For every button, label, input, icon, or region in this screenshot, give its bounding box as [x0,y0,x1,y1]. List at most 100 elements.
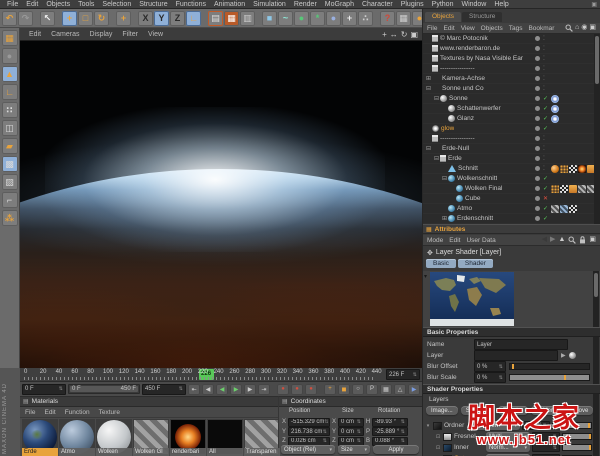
hatch-tag[interactable] [578,184,586,193]
up-arrow-icon[interactable]: ▲ [558,235,565,245]
tree-item-sonne-und-co[interactable]: ⊟ Sonne und Co ⁚ [423,84,600,94]
viewport-menu-cameras[interactable]: Cameras [46,31,84,38]
target-tag[interactable] [551,114,559,123]
shader-properties-header[interactable]: Shader Properties [423,384,600,394]
object-tree-scrollbar[interactable] [594,34,600,224]
layer-opacity-slider[interactable] [552,422,592,429]
layer-opacity-slider[interactable] [562,433,592,440]
tree-item-erde[interactable]: ⊟ Erde ⁚ [423,154,600,164]
tab-structure[interactable]: Structure [462,12,503,22]
layer-amount-field[interactable]: ⇅ [532,432,560,441]
disabled-sphere-icon[interactable]: ● [1,48,18,64]
ball-tag[interactable] [551,164,559,173]
attributes-menu-user-data[interactable]: User Data [466,237,495,244]
timeline-range-slider[interactable]: 0 F 450 F [68,384,140,394]
layer-color-dot[interactable] [535,46,540,51]
menu-python[interactable]: Python [428,0,458,9]
tree-item-www-renderbaron-de[interactable]: www.renderbaron.de ⁚ [423,44,600,54]
checker-tag[interactable] [569,204,577,213]
record-rotation-button[interactable]: ● [305,383,317,395]
objects-menu-bookmar[interactable]: Bookmar [528,25,554,32]
tree-item-kamera-achse[interactable]: ⊞ Kamera-Achse ⁚ [423,74,600,84]
back-arrow-icon[interactable]: ◀ [542,235,547,245]
viewport-canvas[interactable] [20,41,422,368]
menu-file[interactable]: File [3,0,22,9]
blend-mode-dropdown[interactable]: Norm...▾ [486,443,530,452]
shader-layer-ordner[interactable]: ▾ Ordner Screen ▾ 100 % ⇅ [425,420,592,431]
expander-icon[interactable]: ⊟ [433,155,440,162]
record-scale-button[interactable]: ● [291,383,303,395]
layer-color-dot[interactable] [535,176,540,181]
render-settings-icon[interactable]: ▦ [224,10,239,26]
layer-color-dot[interactable] [535,166,540,171]
position-y-field[interactable]: 216.738 cm ⇅ [288,427,330,436]
viewport-menu-view[interactable]: View [143,31,168,38]
blur-offset-slider[interactable] [509,363,590,370]
render-view-icon[interactable]: ▤ [208,10,223,26]
goto-start-button[interactable]: ⇤ [188,383,200,395]
tab-shader[interactable]: Shader [457,259,493,268]
range-end-field[interactable]: 450 F ⇅ [142,383,186,395]
earth-map-preview[interactable] [430,272,514,326]
basic-properties-header[interactable]: Basic Properties [423,327,600,337]
home-icon[interactable]: ⌂ [575,23,579,33]
enable-state-icon[interactable]: ⁚ [543,64,545,74]
layer-color-dot[interactable] [535,216,540,221]
blur-scale-field[interactable]: 0 % ⇅ [474,372,506,383]
enable-state-icon[interactable]: ⁚ [543,84,545,94]
menu-structure[interactable]: Structure [135,0,171,9]
enable-state-icon[interactable]: ⁚ [543,54,545,64]
toggle-view-icon[interactable]: ▣ [410,28,418,41]
layer-color-dot[interactable] [535,186,540,191]
checker-tag[interactable] [560,184,568,193]
forward-arrow-icon[interactable]: ▶ [550,235,555,245]
enable-state-icon[interactable]: ✓ [543,174,548,184]
enable-state-icon[interactable]: ⁚ [543,44,545,54]
menu-render[interactable]: Render [290,0,321,9]
redo-icon[interactable]: ↷ [18,10,33,26]
enable-state-icon[interactable]: ⁚ [543,134,545,144]
tab-objects[interactable]: Objects [425,12,462,22]
edges-mode-icon[interactable]: ◫ [1,120,18,136]
attributes-scrollbar[interactable] [593,271,599,456]
layer-color-dot[interactable] [535,146,540,151]
menu-window[interactable]: Window [457,0,490,9]
lock-icon[interactable] [579,236,586,244]
workplane-mode-icon[interactable]: ⌐ [1,192,18,208]
viewport-menu-edit[interactable]: Edit [24,31,46,38]
move-tool-icon[interactable]: + [62,10,77,26]
preview-collapse-icon[interactable]: ▾ [424,273,427,280]
menu-simulation[interactable]: Simulation [249,0,290,9]
tree-item-atmo[interactable]: Atmo ✓ [423,204,600,214]
panel-menu-icon[interactable]: ▣ [589,235,596,245]
enable-state-icon[interactable]: ⁚ [543,144,545,154]
shader-layer-fresnel[interactable]: ⊡ Fresnel Multi... ▾ ⇅ [425,431,592,442]
add-light-icon[interactable]: ● [326,10,341,26]
attributes-menu-edit[interactable]: Edit [449,237,460,244]
object-axis-mode-icon[interactable]: ∟ [1,84,18,100]
layer-amount-field[interactable]: 100 % ⇅ [522,421,550,430]
objects-menu-objects[interactable]: Objects [481,25,503,32]
tree-item-glanz[interactable]: Glanz ✓ [423,114,600,124]
goto-end-button[interactable]: ⇥ [258,383,270,395]
tree-item-[interactable]: ---------------- ⁚ [423,64,600,74]
tree-item-textures-by-nasa-visible-ear[interactable]: Textures by Nasa Visible Ear ⁚ [423,54,600,64]
add-environment-icon[interactable]: + [342,10,357,26]
prev-key-button[interactable]: ◀ [216,383,228,395]
enable-state-icon[interactable]: ✓ [543,104,548,114]
coordinate-mode-dropdown[interactable]: Object (Rel) ▾ [281,445,335,454]
enable-state-icon[interactable]: ⁚ [543,164,545,174]
tree-item-wolken-final[interactable]: Wolken Final ✓ [423,184,600,194]
objects-menu-file[interactable]: File [427,25,437,32]
rotate-view-icon[interactable]: ↻ [401,28,408,41]
layer-color-dot[interactable] [535,126,540,131]
tag-tag[interactable] [569,184,577,193]
add-modeling-icon[interactable]: * [310,10,325,26]
eye-icon[interactable]: ◉ [581,23,587,33]
tree-item-schnitt[interactable]: Schnitt ⁚ [423,164,600,174]
menu-edit[interactable]: Edit [22,0,42,9]
render-active-view-icon[interactable]: ▦ [1,30,18,46]
expand-icon[interactable]: ✥ [427,249,433,257]
texture-axis-mode-icon[interactable]: ▨ [1,174,18,190]
layer-opacity-slider[interactable] [562,444,592,451]
